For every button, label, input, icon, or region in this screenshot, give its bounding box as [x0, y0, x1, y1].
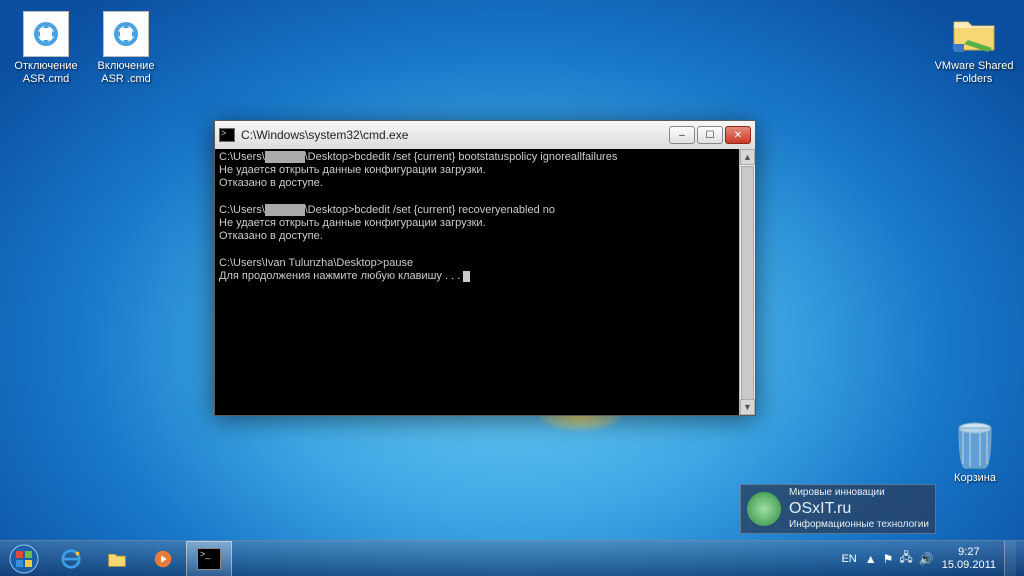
watermark-brand: OSxIT.ru: [789, 499, 929, 518]
taskbar-clock[interactable]: 9:27 15.09.2011: [942, 546, 996, 570]
close-button[interactable]: ✕: [725, 126, 751, 144]
clock-date: 15.09.2011: [942, 559, 996, 571]
console-output[interactable]: C:\Users\ \Desktop>bcdedit /set {current…: [215, 149, 755, 415]
system-tray: EN ▲ ⚑ 🖧 🔊 9:27 15.09.2011: [837, 541, 1024, 576]
watermark-line2: Информационные технологии: [789, 519, 929, 531]
cmd-file-icon: [102, 10, 150, 58]
desktop-icon-label: Корзина: [940, 472, 1010, 485]
taskbar-cmd-running[interactable]: [186, 541, 232, 576]
window-title: C:\Windows\system32\cmd.exe: [241, 128, 669, 142]
tray-icons[interactable]: ▲ ⚑ 🖧 🔊: [865, 548, 934, 569]
desktop-icon-label: Отключение ASR.cmd: [10, 60, 82, 86]
clock-time: 9:27: [942, 546, 996, 558]
watermark-banner: Мировые инновации OSxIT.ru Информационны…: [740, 484, 936, 534]
recycle-bin-icon: [951, 422, 999, 470]
desktop-icon-enable-asr[interactable]: Включение ASR .cmd: [90, 10, 162, 86]
scroll-thumb[interactable]: [741, 166, 754, 406]
cmd-icon: [197, 548, 221, 570]
desktop-icon-vmware-shared[interactable]: VMware Shared Folders: [934, 10, 1014, 86]
action-center-icon[interactable]: ⚑: [883, 552, 894, 566]
start-button[interactable]: [0, 541, 48, 576]
desktop-icon-label: Включение ASR .cmd: [90, 60, 162, 86]
globe-icon: [747, 492, 781, 526]
network-icon[interactable]: 🖧: [899, 548, 912, 569]
show-desktop-button[interactable]: [1004, 541, 1016, 576]
desktop: Отключение ASR.cmd Включение ASR .cmd VM…: [0, 0, 1024, 576]
scroll-down-button[interactable]: ▼: [740, 399, 755, 415]
titlebar[interactable]: C:\Windows\system32\cmd.exe – ☐ ✕: [215, 121, 755, 149]
taskbar: EN ▲ ⚑ 🖧 🔊 9:27 15.09.2011: [0, 540, 1024, 576]
desktop-icon-disable-asr[interactable]: Отключение ASR.cmd: [10, 10, 82, 86]
folder-icon: [950, 10, 998, 58]
desktop-icon-label: VMware Shared Folders: [934, 60, 1014, 86]
scroll-up-button[interactable]: ▲: [740, 149, 755, 165]
flag-icon[interactable]: ▲: [865, 552, 877, 566]
cmd-icon: [219, 128, 235, 142]
taskbar-wmp[interactable]: [140, 541, 186, 576]
taskbar-explorer[interactable]: [94, 541, 140, 576]
maximize-button[interactable]: ☐: [697, 126, 723, 144]
scrollbar[interactable]: ▲ ▼: [739, 149, 755, 415]
minimize-button[interactable]: –: [669, 126, 695, 144]
taskbar-pins: [48, 541, 232, 576]
desktop-icon-recycle-bin[interactable]: Корзина: [940, 422, 1010, 485]
taskbar-ie[interactable]: [48, 541, 94, 576]
cmd-file-icon: [22, 10, 70, 58]
volume-icon[interactable]: 🔊: [919, 552, 934, 566]
watermark-line1: Мировые инновации: [789, 487, 929, 499]
cmd-window[interactable]: C:\Windows\system32\cmd.exe – ☐ ✕ C:\Use…: [214, 120, 756, 416]
language-indicator[interactable]: EN: [841, 553, 856, 565]
